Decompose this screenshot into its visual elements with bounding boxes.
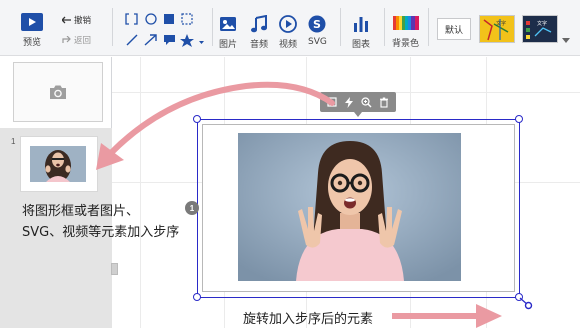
rotate-caption: 旋转加入步序后的元素 (243, 312, 374, 327)
right-arrow (392, 304, 502, 328)
curved-arrow (96, 81, 335, 170)
annotation-arrows (96, 81, 502, 328)
